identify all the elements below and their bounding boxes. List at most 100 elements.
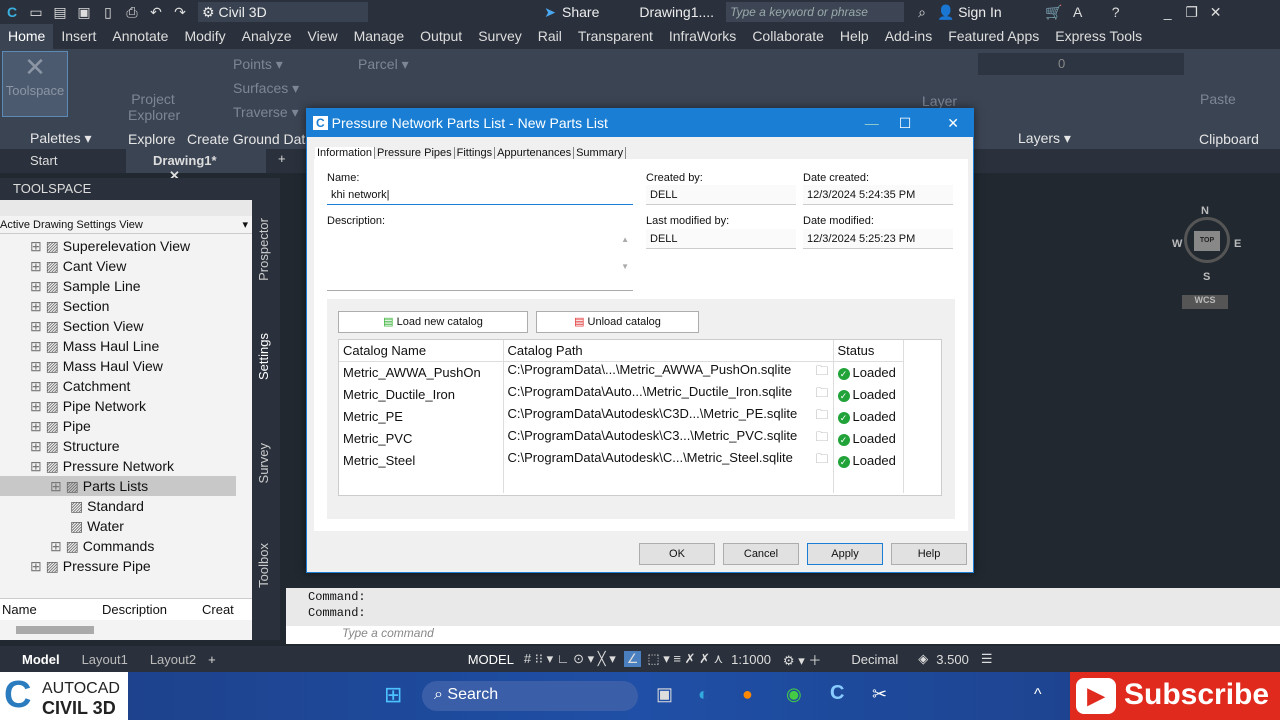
ribbon-tab-collaborate[interactable]: Collaborate [744, 24, 832, 49]
task-view-icon[interactable]: ▣ [656, 684, 673, 705]
tree-item[interactable]: ⊞ ▨ Parts Lists [0, 476, 236, 496]
ribbon-tab-home[interactable]: Home [0, 24, 54, 49]
dialog-tab-information[interactable]: Information [315, 147, 376, 159]
expand-icon[interactable]: ⊞ [30, 378, 46, 394]
viewcube[interactable]: N S W E TOP WCS [1172, 205, 1242, 315]
name-input[interactable]: khi network| [327, 185, 633, 205]
project-explorer-button[interactable]: Project Explorer [128, 91, 180, 123]
help-button[interactable]: Help [891, 543, 967, 565]
tree-item[interactable]: ⊞ ▨ Section View [0, 316, 236, 336]
points-button[interactable]: Points ▾ [233, 56, 283, 73]
new-tab-icon[interactable]: + [278, 151, 286, 166]
layers-panel[interactable]: Layers ▾ [1018, 130, 1071, 147]
grid-icon[interactable]: # ⁝⁝ ▾ ∟ ⊙ ▾ ╳ ▾ [524, 651, 616, 667]
help-search-input[interactable]: Type a keyword or phrase [726, 2, 905, 22]
ribbon-tab-insert[interactable]: Insert [53, 24, 104, 49]
browse-folder-icon[interactable]: 🗀 [815, 362, 828, 384]
layer-dropdown[interactable]: 0 [978, 53, 1184, 75]
expand-icon[interactable]: ⊞ [30, 338, 46, 354]
column-catalog-name[interactable]: Catalog Name [339, 340, 504, 361]
expand-icon[interactable]: ⊞ [50, 538, 66, 554]
tree-item[interactable]: ⊞ ▨ Pressure Pipe [0, 556, 236, 576]
parcel-button[interactable]: Parcel ▾ [358, 56, 409, 73]
minimize-icon[interactable]: — [865, 115, 879, 131]
tray-chevron-icon[interactable]: ^ [1034, 686, 1042, 704]
load-catalog-button[interactable]: ▤ Load new catalog [338, 311, 528, 333]
expand-icon[interactable]: ⊞ [30, 438, 46, 454]
model-space-toggle[interactable]: MODEL [468, 652, 514, 667]
ribbon-tab-analyze[interactable]: Analyze [234, 24, 300, 49]
osnap-icons[interactable]: ⬚ ▾ ≡ ✗ ✗ ⋏ [647, 651, 723, 667]
edge-icon[interactable]: ◐ [698, 684, 709, 705]
tab-prospector[interactable]: Prospector [256, 218, 271, 281]
save-icon[interactable]: ▣ [74, 4, 94, 21]
ok-button[interactable]: OK [639, 543, 715, 565]
expand-icon[interactable]: ⊞ [30, 458, 46, 474]
wcs-dropdown[interactable]: WCS [1182, 295, 1228, 309]
tab-layout1[interactable]: Layout1 [82, 652, 128, 667]
undo-icon[interactable]: ↶ [146, 4, 166, 21]
windows-start-icon[interactable]: ⊞ [384, 682, 402, 708]
tab-toolbox[interactable]: Toolbox [256, 543, 271, 588]
ribbon-tab-survey[interactable]: Survey [470, 24, 530, 49]
toolspace-button[interactable]: ✕ Toolspace [2, 51, 68, 117]
tree-item[interactable]: ⊞ ▨ Catchment [0, 376, 236, 396]
snipping-tool-icon[interactable]: ✂ [872, 684, 887, 705]
tab-layout2[interactable]: Layout2 [150, 652, 196, 667]
tree-item[interactable]: ⊞ ▨ Mass Haul View [0, 356, 236, 376]
dialog-tab-summary[interactable]: Summary [574, 147, 627, 159]
ribbon-tab-manage[interactable]: Manage [346, 24, 413, 49]
units-dropdown[interactable]: Decimal [851, 652, 898, 667]
catalog-row[interactable]: Metric_PE C:\ProgramData\Autodesk\C3D...\… [339, 405, 904, 428]
new-icon[interactable]: ▭ [26, 4, 46, 21]
view-dropdown[interactable]: Active Drawing Settings View ▾ [0, 216, 252, 234]
description-textarea[interactable]: ▲ ▼ [327, 231, 633, 291]
expand-icon[interactable]: ⊞ [30, 558, 46, 574]
gear-icon[interactable]: ⚙ ▾ ＋ [783, 650, 821, 669]
column-catalog-path[interactable]: Catalog Path [503, 340, 834, 361]
ribbon-tab-rail[interactable]: Rail [530, 24, 570, 49]
expand-icon[interactable]: ⊞ [30, 318, 46, 334]
maximize-icon[interactable]: ☐ [899, 115, 912, 132]
sign-in-button[interactable]: Sign In [958, 4, 1002, 20]
horizontal-scrollbar[interactable] [16, 626, 94, 634]
browse-folder-icon[interactable]: 🗀 [815, 406, 828, 428]
close-icon[interactable]: ✕ [1206, 4, 1226, 21]
expand-icon[interactable]: ⊞ [30, 278, 46, 294]
tab-start[interactable]: Start [30, 153, 57, 168]
traverse-button[interactable]: Traverse ▾ [233, 104, 299, 121]
tree-item[interactable]: ⊞ ▨ Commands [0, 536, 236, 556]
tree-item[interactable]: ⊞ ▨ Superelevation View [0, 236, 236, 256]
tree-item[interactable]: ⊞ ▨ Pressure Network [0, 456, 236, 476]
paste-button[interactable]: Paste [1200, 91, 1236, 107]
browse-folder-icon[interactable]: 🗀 [815, 384, 828, 406]
civil3d-taskbar-icon[interactable]: C [830, 682, 844, 705]
expand-icon[interactable]: ⊞ [30, 258, 46, 274]
annotation-scale[interactable]: 1:1000 [731, 652, 771, 667]
close-icon[interactable]: ✕ [947, 115, 959, 132]
customize-icon[interactable]: ☰ [981, 651, 993, 667]
layer-properties-button[interactable]: Layer [922, 93, 957, 109]
dialog-tab-pressure-pipes[interactable]: Pressure Pipes [375, 147, 455, 159]
dialog-titlebar[interactable]: C Pressure Network Parts List - New Part… [307, 109, 973, 137]
catalog-row[interactable]: Metric_Steel C:\ProgramData\Autodesk\C...… [339, 449, 904, 472]
catalog-row[interactable]: Metric_Ductile_Iron C:\ProgramData\Auto..… [339, 383, 904, 406]
palettes-panel[interactable]: Palettes ▾ [30, 130, 92, 147]
catalog-row[interactable]: Metric_AWWA_PushOn C:\ProgramData\...\Met… [339, 361, 904, 384]
tree-item[interactable]: ⊞ ▨ Mass Haul Line [0, 336, 236, 356]
unload-catalog-button[interactable]: ▤ Unload catalog [536, 311, 699, 333]
subscribe-banner[interactable]: ▶ Subscribe [1070, 672, 1280, 720]
chrome-icon[interactable]: ◉ [786, 684, 802, 705]
restore-icon[interactable]: ❐ [1182, 4, 1202, 21]
search-icon[interactable]: ⌕ [912, 4, 932, 21]
browse-folder-icon[interactable]: 🗀 [815, 428, 828, 450]
tree-item[interactable]: ⊞ ▨ Section [0, 296, 236, 316]
surfaces-button[interactable]: Surfaces ▾ [233, 80, 299, 97]
tree-item[interactable]: ▨ Water [0, 516, 236, 536]
share-button[interactable]: Share [562, 4, 599, 20]
app-menu-icon[interactable]: C [2, 4, 22, 20]
command-input[interactable]: Type a command [286, 626, 1280, 644]
ribbon-tab-infraworks[interactable]: InfraWorks [661, 24, 744, 49]
expand-icon[interactable]: ⊞ [30, 238, 46, 254]
help-icon[interactable]: ? [1106, 4, 1126, 20]
